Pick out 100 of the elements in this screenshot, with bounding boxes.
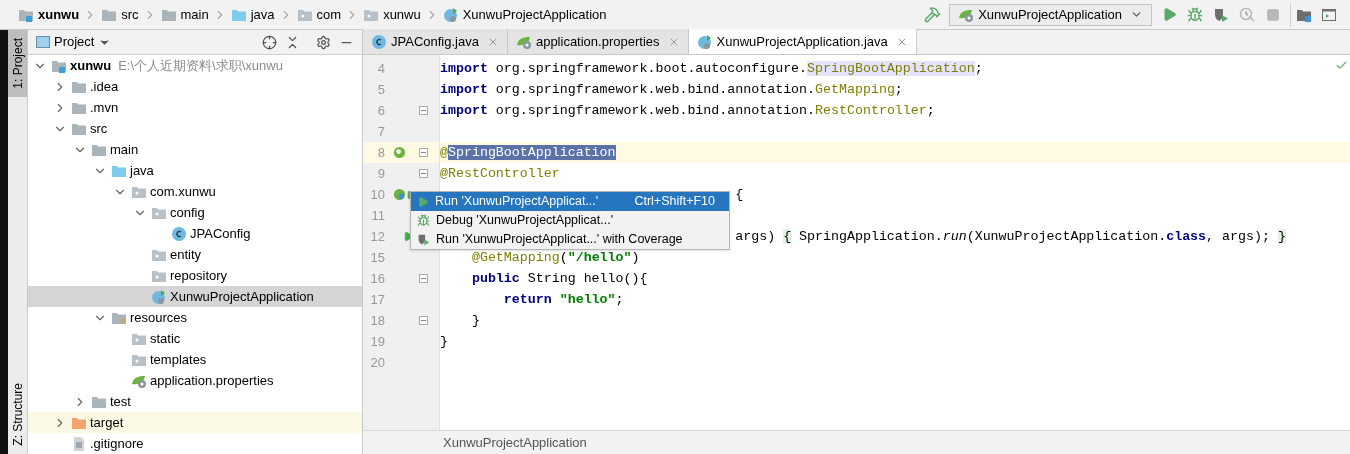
tree-item[interactable]: main [28,139,362,160]
fold-marker-icon[interactable] [419,169,428,178]
breadcrumb[interactable]: main [156,4,213,25]
panel-icon [36,35,50,49]
breadcrumb[interactable]: XunwuProjectApplication [438,4,611,25]
tree-item[interactable]: templates [28,349,362,370]
tree-item[interactable]: config [28,202,362,223]
tree-item-label: .mvn [90,98,119,117]
tree-item[interactable]: application.properties [28,370,362,391]
spring-bean-icon[interactable] [393,146,406,159]
code-line: import org.springframework.web.bind.annotation.RestController; [440,101,935,120]
line-number: 15 [369,248,385,267]
run-icon [417,195,429,208]
file-icon [71,435,87,452]
line-number: 8 [376,143,385,162]
tree-item[interactable]: resources [28,307,362,328]
tree-item[interactable]: XunwuProjectApplication [28,286,362,307]
tree-item-label: src [90,119,108,138]
spring-class-icon [696,33,713,50]
tree-item[interactable]: test [28,391,362,412]
locate-icon[interactable] [262,34,277,50]
tree-item[interactable]: .gitignore [28,433,362,454]
editor-tab[interactable]: JPAConfig.java [363,29,508,54]
tree-item-label: main [110,140,139,159]
tree-item-label: static [150,329,181,348]
tree-item[interactable]: target [28,412,362,433]
tree-item[interactable]: repository [28,265,362,286]
line-number: 9 [376,164,385,183]
line-number: 11 [370,206,385,225]
stop-icon [1266,7,1280,22]
inspection-ok-icon[interactable] [1335,59,1348,72]
tree-item-label: target [90,413,124,432]
code-editor[interactable] [363,55,1350,430]
tree-item-label: templates [150,350,207,369]
fold-marker-icon[interactable] [419,148,428,157]
tree-item-label: com.xunwu [150,182,216,201]
run-configuration-dropdown[interactable]: XunwuProjectApplication [949,3,1152,26]
tree-item[interactable]: java [28,160,362,181]
project-view-dropdown[interactable]: Project [36,32,112,52]
menu-item[interactable]: Run 'XunwuProjectApplicat...' Ctrl+Shift+F10 [411,192,729,211]
tree-item-label: .gitignore [90,434,144,453]
tool-window-tab[interactable]: Z: Structure [8,375,27,454]
tree-item-label: test [110,392,131,411]
fold-marker-icon[interactable] [419,316,428,325]
line-number: 17 [369,290,385,309]
spring-class-icon [442,6,459,23]
code-line: } [470,311,480,330]
breadcrumb[interactable]: xunwu [359,4,425,25]
tree-item[interactable]: static [28,328,362,349]
clock-pointer-icon [1239,6,1255,23]
line-number: 12 [369,227,385,246]
tree-item[interactable]: .idea [28,76,362,97]
run-icon [1161,7,1177,22]
tree-item-label: resources [130,308,188,327]
bug-icon [1187,6,1203,23]
breadcrumb[interactable]: com [292,4,346,25]
tree-item[interactable]: .mvn [28,97,362,118]
tree-item[interactable]: xunwu E:\个人近期资料\求职\xunwu [28,55,362,76]
tree-item-label: java [130,161,154,180]
tree-item-label: JPAConfig [190,224,251,243]
editor-tab[interactable]: application.properties [507,29,689,54]
tree-item[interactable]: src [28,118,362,139]
spring-bean-icon[interactable] [393,188,406,201]
tree-item-label: XunwuProjectApplication [170,287,314,306]
breadcrumb[interactable]: xunwu [14,4,84,25]
code-line: public String hello(){ [470,269,648,288]
line-number: 5 [376,80,385,99]
settings-icon[interactable] [316,34,331,50]
editor-breadcrumb[interactable]: XunwuProjectApplication [443,432,587,453]
tree-item[interactable]: entity [28,244,362,265]
tree-item[interactable]: com.xunwu [28,181,362,202]
tree-item[interactable]: JPAConfig [28,223,362,244]
tree-item-label: application.properties [150,371,274,390]
tree-item-label: entity [170,245,202,264]
tree-item-label: repository [170,266,228,285]
tree-item-label: xunwu [70,56,112,75]
line-number: 16 [369,269,385,288]
fold-marker-icon[interactable] [419,274,428,283]
spring-class-icon [151,288,167,305]
menu-item[interactable]: Debug 'XunwuProjectApplicat...' [411,211,729,230]
code-line: } [440,332,448,351]
code-line: args) { SpringApplication.run(XunwuProjectApplication.class, args); } [735,227,1286,246]
editor-tab[interactable]: XunwuProjectApplication.java [688,29,917,54]
line-number: 7 [376,122,385,141]
line-number: 19 [369,332,385,351]
menu-item[interactable]: Run 'XunwuProjectApplicat...' with Coverage [411,230,729,249]
fold-marker-icon[interactable] [419,106,428,115]
code-line: import org.springframework.web.bind.annotation.GetMapping; [440,80,903,99]
class-icon [171,225,187,242]
line-number: 10 [369,185,385,204]
code-line: return "hello"; [502,290,624,309]
breadcrumb[interactable]: java [226,4,279,25]
line-number: 20 [369,353,385,372]
code-line: @GetMapping("/hello") [470,248,640,267]
coverage-icon [417,233,430,246]
breadcrumb[interactable]: src [97,4,143,25]
window-play-icon [1321,6,1337,23]
code-line: @RestController [440,164,560,183]
class-icon [371,33,387,50]
tool-window-tab[interactable]: 1: Project [8,30,27,97]
